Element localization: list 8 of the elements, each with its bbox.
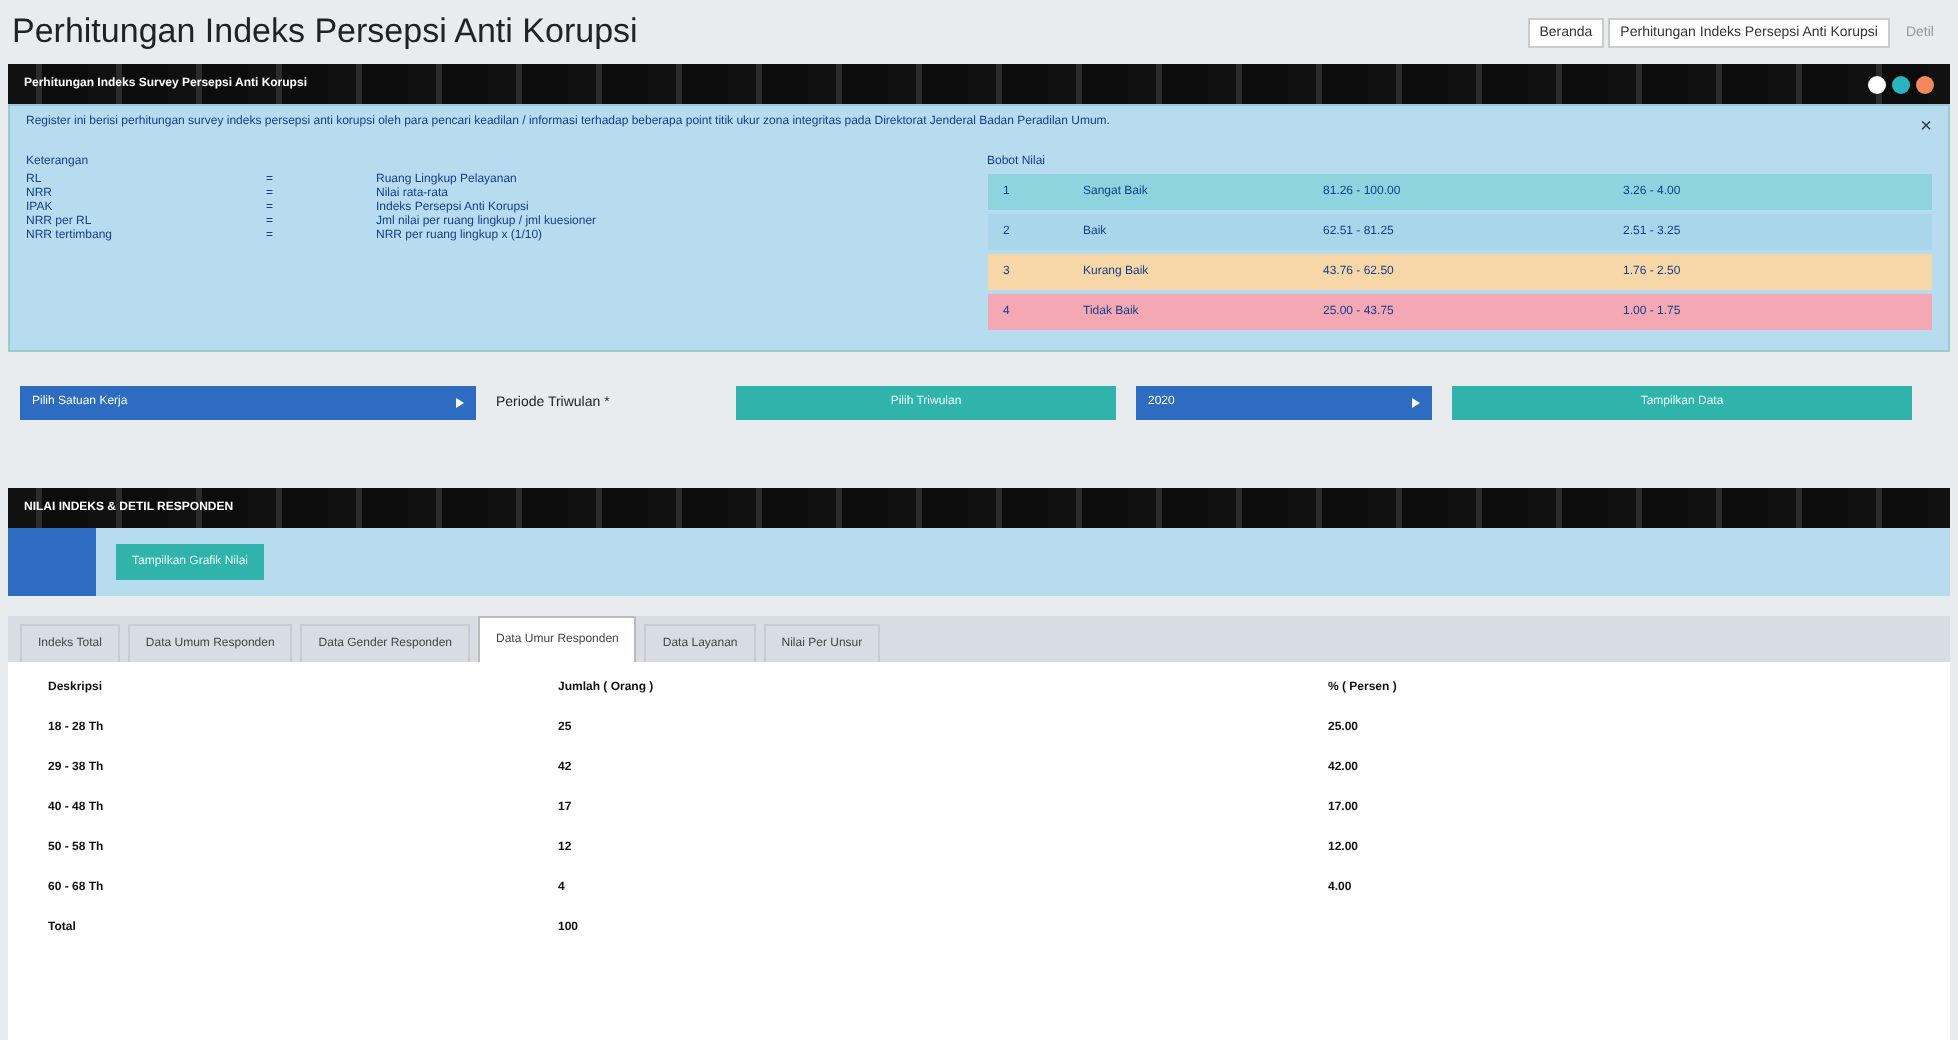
close-button[interactable]: × bbox=[1920, 116, 1932, 138]
side-block bbox=[8, 528, 96, 596]
caret-icon bbox=[1412, 397, 1420, 407]
dot-icon[interactable] bbox=[1892, 75, 1910, 93]
page-title: Perhitungan Indeks Persepsi Anti Korupsi bbox=[12, 12, 638, 52]
dot-icon[interactable] bbox=[1868, 75, 1886, 93]
dot-icon[interactable] bbox=[1916, 75, 1934, 93]
caret-icon bbox=[456, 397, 464, 407]
